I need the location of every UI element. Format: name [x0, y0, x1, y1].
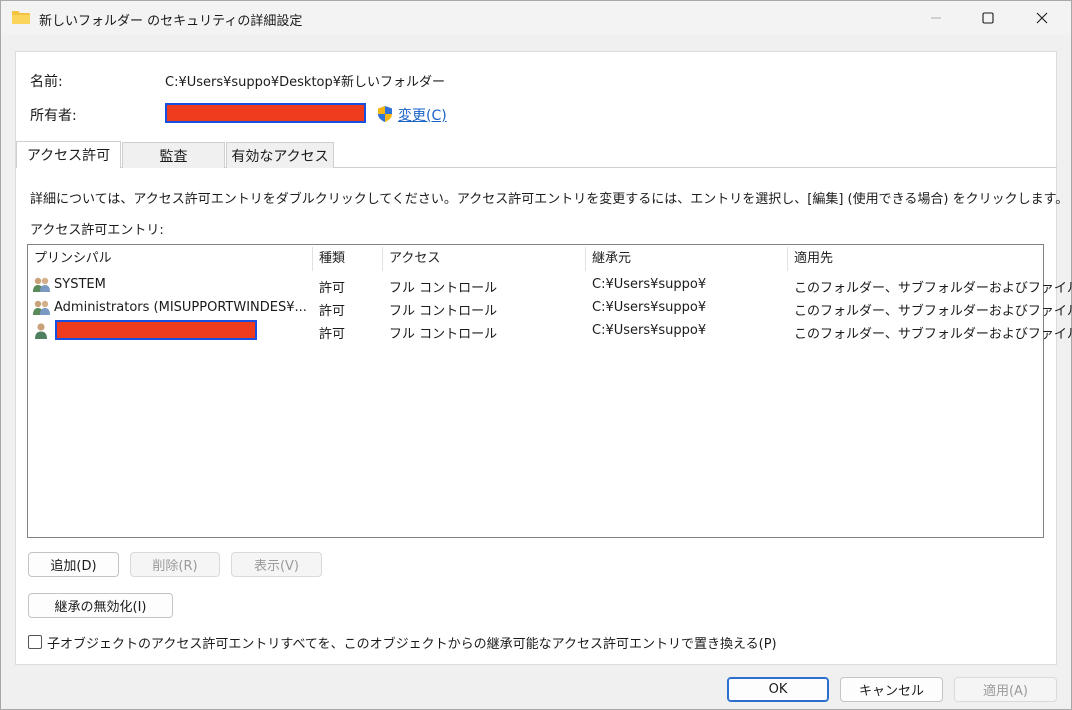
column-applies-to[interactable]: 適用先: [788, 245, 833, 272]
view-button[interactable]: 表示(V): [231, 552, 322, 577]
inherited-from-cell: C:¥Users¥suppo¥: [592, 277, 707, 292]
cancel-button[interactable]: キャンセル: [840, 677, 943, 702]
replace-child-permissions-checkbox[interactable]: [28, 635, 42, 649]
minimize-icon: [931, 17, 941, 19]
maximize-icon: [982, 12, 994, 24]
name-label: 名前:: [30, 74, 63, 90]
uac-shield-icon: [378, 106, 392, 122]
title-bar: 新しいフォルダー のセキュリティの詳細設定: [1, 1, 1071, 35]
apply-button[interactable]: 適用(A): [954, 677, 1057, 702]
add-button[interactable]: 追加(D): [28, 552, 119, 577]
column-principal[interactable]: プリンシパル: [28, 245, 112, 272]
table-row[interactable]: SYSTEM 許可 フル コントロール C:¥Users¥suppo¥ このフォ…: [28, 274, 1072, 297]
remove-button[interactable]: 削除(R): [130, 552, 220, 577]
owner-redacted: [165, 103, 366, 123]
folder-icon: [12, 11, 30, 24]
tab-effective-access[interactable]: 有効なアクセス: [226, 142, 334, 168]
type-cell: 許可: [319, 281, 346, 296]
advanced-security-settings-window: 新しいフォルダー のセキュリティの詳細設定 名前: C:¥Users¥suppo…: [0, 0, 1072, 710]
access-cell: フル コントロール: [389, 327, 498, 342]
inherited-from-cell: C:¥Users¥suppo¥: [592, 323, 707, 338]
access-cell: フル コントロール: [389, 281, 498, 296]
maximize-button[interactable]: [965, 1, 1011, 35]
permission-entries-label: アクセス許可エントリ:: [30, 223, 164, 238]
ok-button[interactable]: OK: [727, 677, 829, 702]
close-button[interactable]: [1019, 1, 1065, 35]
instructions-text: 詳細については、アクセス許可エントリをダブルクリックしてください。アクセス許可エ…: [30, 192, 1069, 207]
applies-to-cell: このフォルダー、サブフォルダーおよびファイル: [794, 281, 1072, 296]
owner-label: 所有者:: [30, 108, 77, 124]
principal-cell: Administrators (MISUPPORTWINDES¥...: [54, 300, 307, 315]
table-row[interactable]: Administrators (MISUPPORTWINDES¥... 許可 フ…: [28, 297, 1072, 320]
inherited-from-cell: C:¥Users¥suppo¥: [592, 300, 707, 315]
close-icon: [1036, 12, 1048, 24]
column-type[interactable]: 種類: [313, 245, 345, 272]
window-title: 新しいフォルダー のセキュリティの詳細設定: [39, 14, 303, 29]
group-icon: [33, 300, 50, 315]
tab-permissions[interactable]: アクセス許可: [16, 141, 121, 168]
replace-child-permissions-label[interactable]: 子オブジェクトのアクセス許可エントリすべてを、このオブジェクトからの継承可能なア…: [47, 633, 777, 652]
disable-inheritance-button[interactable]: 継承の無効化(I): [28, 593, 173, 618]
type-cell: 許可: [319, 304, 346, 319]
column-inherited-from[interactable]: 継承元: [586, 245, 631, 272]
minimize-button[interactable]: [913, 1, 959, 35]
group-icon: [33, 277, 50, 292]
object-path-value[interactable]: C:¥Users¥suppo¥Desktop¥新しいフォルダー: [165, 71, 445, 90]
change-owner-link[interactable]: 変更(C): [398, 105, 447, 125]
principal-cell: SYSTEM: [54, 277, 106, 292]
applies-to-cell: このフォルダー、サブフォルダーおよびファイル: [794, 304, 1072, 319]
permission-entries-list[interactable]: プリンシパル 種類 アクセス 継承元 適用先 SYSTEM 許可 フル コントロ…: [27, 244, 1072, 538]
table-row[interactable]: 許可 フル コントロール C:¥Users¥suppo¥ このフォルダー、サブフ…: [28, 320, 1072, 343]
access-cell: フル コントロール: [389, 304, 498, 319]
applies-to-cell: このフォルダー、サブフォルダーおよびファイル: [794, 327, 1072, 342]
column-access[interactable]: アクセス: [383, 245, 440, 272]
type-cell: 許可: [319, 327, 346, 342]
tab-auditing[interactable]: 監査: [122, 142, 225, 168]
principal-redacted: [55, 320, 257, 340]
user-icon: [35, 323, 47, 339]
